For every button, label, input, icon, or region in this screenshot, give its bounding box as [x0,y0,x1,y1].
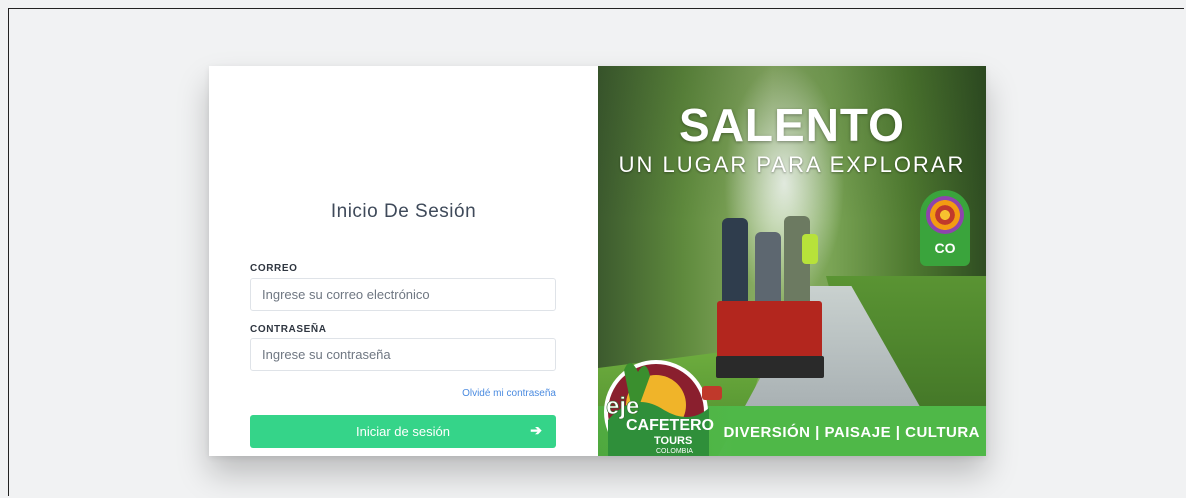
svg-text:eje: eje [606,393,639,420]
spiral-icon [926,196,964,234]
login-panel: Inicio De Sesión CORREO CONTRASEÑA Olvid… [209,66,598,456]
svg-text:COLOMBIA: COLOMBIA [656,448,693,455]
svg-text:CAFETERO: CAFETERO [626,417,714,434]
login-button[interactable]: Iniciar de sesión ➔ [250,415,556,448]
backpack [802,234,818,264]
colombia-badge: CO [920,190,970,266]
forgot-password-link[interactable]: Olvidé mi contraseña [462,388,556,399]
svg-text:TOURS: TOURS [654,435,692,447]
login-title: Inicio De Sesión [330,201,477,222]
badge-text: CO [934,240,956,256]
password-field[interactable] [250,338,556,371]
hero-title: SALENTO [679,99,905,151]
password-label: CONTRASEÑA [250,324,327,335]
hero-image: SALENTO UN LUGAR PARA EXPLORAR CO DIVERS… [598,66,986,456]
arrow-right-icon: ➔ [530,422,542,438]
email-label: CORREO [250,263,298,274]
jeep [717,301,822,363]
jeep-bumper [716,356,824,378]
login-card: Inicio De Sesión CORREO CONTRASEÑA Olvid… [209,66,986,456]
eje-cafetero-tours-logo: eje CAFETERO TOURS COLOMBIA [604,360,722,456]
login-button-label: Iniciar de sesión [356,424,450,439]
hero-subtitle: UN LUGAR PARA EXPLORAR [618,152,966,177]
banner-text: DIVERSIÓN | PAISAJE | CULTURA [723,424,980,441]
email-field[interactable] [250,278,556,311]
